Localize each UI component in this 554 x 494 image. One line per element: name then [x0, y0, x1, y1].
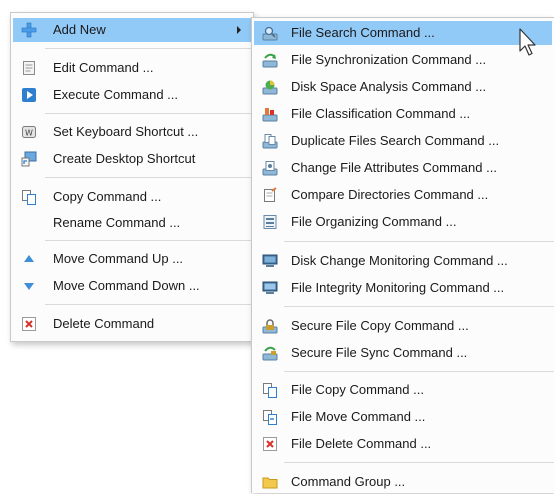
menu-item-create-desktop-shortcut[interactable]: Create Desktop Shortcut [13, 147, 251, 171]
submenu-item-compare-directories[interactable]: Compare Directories Command ... [254, 183, 552, 207]
file-search-icon [262, 25, 278, 41]
separator [284, 306, 554, 307]
menu-item-move-command-down[interactable]: Move Command Down ... [13, 274, 251, 298]
submenu-item-label: Disk Space Analysis Command ... [291, 79, 487, 94]
integrity-monitor-icon [262, 280, 278, 296]
submenu-item-label: File Classification Command ... [291, 106, 471, 121]
desktop-shortcut-icon [21, 151, 37, 167]
menu-item-delete-command[interactable]: Delete Command [13, 312, 251, 336]
submenu-item-disk-change-monitoring[interactable]: Disk Change Monitoring Command ... [254, 249, 552, 273]
file-organizing-icon [262, 214, 278, 230]
menu-item-label: Rename Command ... [53, 215, 181, 230]
menu-item-copy-command[interactable]: Copy Command ... [13, 185, 251, 209]
submenu-item-label: Change File Attributes Command ... [291, 160, 497, 175]
menu-item-rename-command[interactable]: Rename Command ... [13, 211, 251, 235]
menu-item-label: Add New [53, 22, 106, 37]
separator [45, 304, 251, 305]
separator [284, 371, 554, 372]
duplicate-files-icon [262, 133, 278, 149]
keyboard-icon: W [21, 124, 37, 140]
separator [284, 462, 554, 463]
menu-item-move-command-up[interactable]: Move Command Up ... [13, 247, 251, 271]
submenu-item-duplicate-files-search[interactable]: Duplicate Files Search Command ... [254, 129, 552, 153]
submenu-item-file-move[interactable]: File Move Command ... [254, 405, 552, 429]
secure-copy-icon [262, 318, 278, 334]
compare-directories-icon [262, 187, 278, 203]
submenu-item-file-copy[interactable]: File Copy Command ... [254, 378, 552, 402]
separator [45, 177, 251, 178]
plus-icon [21, 22, 37, 38]
file-attributes-icon [262, 160, 278, 176]
submenu-item-label: Secure File Sync Command ... [291, 345, 468, 360]
submenu-item-secure-file-sync[interactable]: Secure File Sync Command ... [254, 341, 552, 365]
submenu-item-file-integrity-monitoring[interactable]: File Integrity Monitoring Command ... [254, 276, 552, 300]
edit-icon [21, 60, 37, 76]
file-delete-icon [262, 436, 278, 452]
svg-text:W: W [25, 129, 33, 138]
submenu-item-label: File Delete Command ... [291, 436, 432, 451]
context-menu: Add New Edit Command ... Execute Command… [10, 12, 254, 342]
menu-item-label: Delete Command [53, 316, 155, 331]
menu-item-edit-command[interactable]: Edit Command ... [13, 56, 251, 80]
submenu-arrow-icon [237, 26, 241, 34]
play-icon [21, 87, 37, 103]
separator [45, 113, 251, 114]
menu-item-execute-command[interactable]: Execute Command ... [13, 83, 251, 107]
submenu-item-label: File Synchronization Command ... [291, 52, 487, 67]
separator [45, 48, 251, 49]
menu-item-label: Create Desktop Shortcut [53, 151, 196, 166]
menu-item-label: Move Command Up ... [53, 251, 184, 266]
submenu-item-file-delete[interactable]: File Delete Command ... [254, 432, 552, 456]
submenu-item-file-synchronization[interactable]: File Synchronization Command ... [254, 48, 552, 72]
folder-icon [262, 474, 278, 490]
submenu-item-label: Duplicate Files Search Command ... [291, 133, 500, 148]
submenu-item-command-group[interactable]: Command Group ... [254, 470, 552, 494]
submenu-item-label: File Move Command ... [291, 409, 426, 424]
submenu-item-file-classification[interactable]: File Classification Command ... [254, 102, 552, 126]
submenu-item-disk-space-analysis[interactable]: Disk Space Analysis Command ... [254, 75, 552, 99]
menu-item-add-new[interactable]: Add New [13, 18, 251, 42]
menu-item-label: Copy Command ... [53, 189, 162, 204]
menu-item-label: Execute Command ... [53, 87, 178, 102]
submenu-item-file-search[interactable]: File Search Command ... [254, 21, 552, 45]
submenu-item-label: Command Group ... [291, 474, 406, 489]
file-sync-icon [262, 52, 278, 68]
delete-icon [21, 316, 37, 332]
disk-monitor-icon [262, 253, 278, 269]
submenu-item-label: Disk Change Monitoring Command ... [291, 253, 508, 268]
disk-space-icon [262, 79, 278, 95]
menu-item-label: Edit Command ... [53, 60, 154, 75]
submenu-item-label: File Copy Command ... [291, 382, 424, 397]
submenu-item-label: File Search Command ... [291, 25, 435, 40]
secure-sync-icon [262, 345, 278, 361]
separator [284, 241, 554, 242]
submenu-item-label: Compare Directories Command ... [291, 187, 489, 202]
submenu-item-secure-file-copy[interactable]: Secure File Copy Command ... [254, 314, 552, 338]
submenu-item-file-organizing[interactable]: File Organizing Command ... [254, 210, 552, 234]
file-classification-icon [262, 106, 278, 122]
add-new-submenu: File Search Command ... File Synchroniza… [251, 17, 554, 493]
menu-item-set-keyboard-shortcut[interactable]: W Set Keyboard Shortcut ... [13, 120, 251, 144]
submenu-item-label: File Organizing Command ... [291, 214, 457, 229]
menu-item-label: Set Keyboard Shortcut ... [53, 124, 199, 139]
mouse-cursor-icon [519, 28, 536, 56]
file-copy-icon [262, 382, 278, 398]
separator [45, 240, 251, 241]
submenu-item-label: Secure File Copy Command ... [291, 318, 469, 333]
file-move-icon [262, 409, 278, 425]
submenu-item-change-file-attributes[interactable]: Change File Attributes Command ... [254, 156, 552, 180]
arrow-down-icon [21, 278, 37, 294]
submenu-item-label: File Integrity Monitoring Command ... [291, 280, 505, 295]
arrow-up-icon [21, 251, 37, 267]
menu-item-label: Move Command Down ... [53, 278, 200, 293]
copy-icon [21, 189, 37, 205]
